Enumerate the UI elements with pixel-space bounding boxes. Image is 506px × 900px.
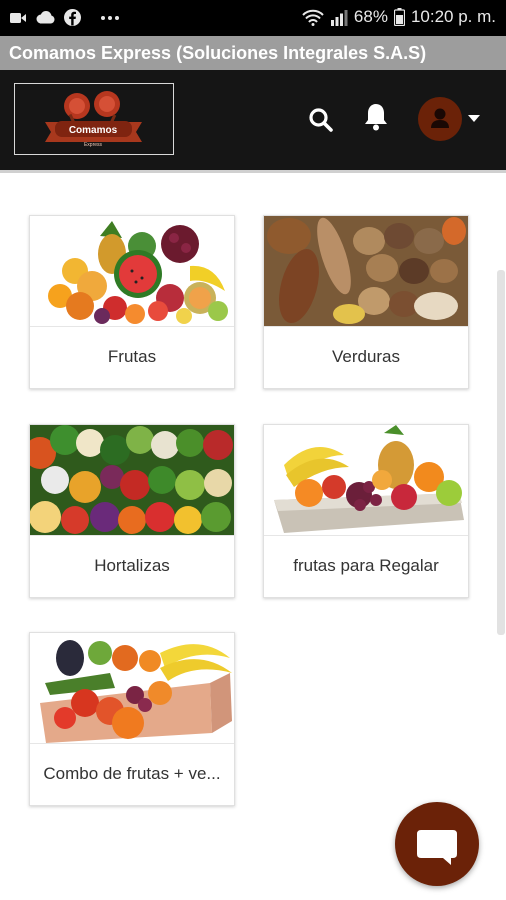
wifi-icon bbox=[302, 9, 324, 26]
user-avatar[interactable] bbox=[418, 97, 462, 141]
category-card-frutas-para-regalar[interactable]: frutas para Regalar bbox=[263, 424, 469, 598]
more-icon bbox=[101, 15, 119, 20]
logo-graphic: Comamos Express bbox=[45, 91, 142, 148]
cloud-icon bbox=[36, 11, 55, 24]
app-title: Comamos Express (Soluciones Integrales S… bbox=[9, 43, 427, 63]
caret-down-icon[interactable] bbox=[468, 115, 480, 122]
hortalizas-image bbox=[30, 425, 234, 535]
battery-icon bbox=[393, 8, 405, 26]
frutas-para-regalar-image bbox=[264, 425, 468, 535]
logo-subtext: Express bbox=[84, 142, 103, 148]
chat-button[interactable] bbox=[395, 802, 479, 886]
facebook-icon bbox=[64, 9, 81, 26]
logo[interactable]: Comamos Express bbox=[14, 83, 174, 155]
category-card-frutas[interactable]: Frutas bbox=[29, 215, 235, 389]
scrollbar[interactable] bbox=[497, 270, 505, 635]
category-label: Combo de frutas + ve... bbox=[30, 743, 234, 805]
verduras-image bbox=[264, 216, 468, 326]
search-icon[interactable] bbox=[308, 107, 334, 133]
logo-text: Comamos bbox=[69, 125, 118, 136]
video-icon bbox=[10, 12, 26, 23]
category-card-verduras[interactable]: Verduras bbox=[263, 215, 469, 389]
status-bar: 68% 10:20 p. m. bbox=[0, 0, 506, 36]
category-card-combo-de-frutas[interactable]: Combo de frutas + ve... bbox=[29, 632, 235, 806]
category-card-hortalizas[interactable]: Hortalizas bbox=[29, 424, 235, 598]
clock: 10:20 p. m. bbox=[410, 7, 496, 26]
header-divider bbox=[0, 170, 506, 173]
category-label: frutas para Regalar bbox=[264, 535, 468, 597]
combo-de-frutas-image bbox=[30, 633, 234, 743]
app-title-bar: Comamos Express (Soluciones Integrales S… bbox=[0, 36, 506, 70]
chat-icon bbox=[417, 830, 457, 865]
user-icon bbox=[431, 108, 449, 128]
battery-percent: 68% bbox=[353, 7, 388, 26]
frutas-image bbox=[30, 216, 234, 326]
category-label: Verduras bbox=[264, 326, 468, 388]
app-header: Comamos Express bbox=[0, 70, 506, 170]
bell-icon[interactable] bbox=[363, 102, 389, 132]
category-label: Frutas bbox=[30, 326, 234, 388]
category-label: Hortalizas bbox=[30, 535, 234, 597]
signal-icon bbox=[330, 9, 348, 26]
